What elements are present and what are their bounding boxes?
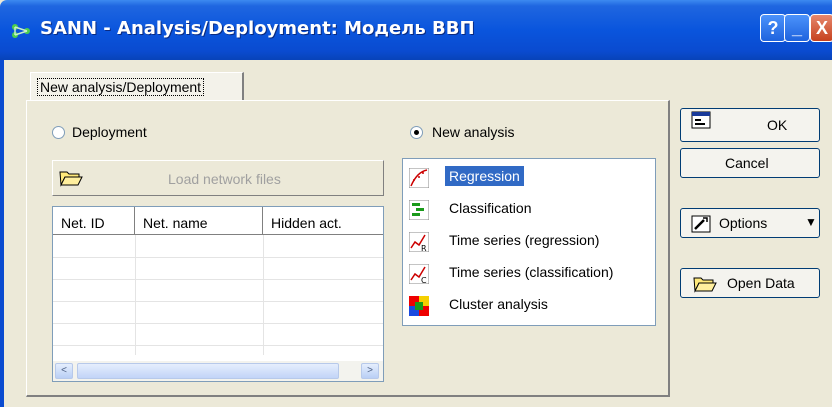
sann-app-icon	[12, 24, 30, 38]
open-data-button[interactable]: Open Data	[680, 268, 820, 298]
scroll-left-button[interactable]: <	[55, 363, 73, 379]
close-button[interactable]: X	[810, 14, 832, 42]
new-analysis-radio-label[interactable]: New analysis	[432, 124, 514, 140]
list-item-time-series-classification[interactable]: C Time series (classification)	[405, 259, 653, 287]
window-title: SANN - Analysis/Deployment: Модель ВВП	[40, 18, 475, 39]
folder-open-icon	[693, 277, 717, 293]
new-analysis-radio[interactable]	[410, 126, 423, 139]
tab-new-analysis-deployment[interactable]: New analysis/Deployment	[30, 72, 244, 100]
analysis-type-list[interactable]: Regression Classification R Time series …	[402, 158, 656, 326]
scroll-right-button[interactable]: >	[361, 363, 379, 379]
help-button[interactable]: ?	[760, 14, 786, 42]
table-row-divider	[53, 257, 383, 258]
options-button[interactable]: Options ▼	[680, 208, 820, 238]
list-item-time-series-regression[interactable]: R Time series (regression)	[405, 227, 653, 255]
cancel-button[interactable]: Cancel	[680, 148, 820, 178]
table-row-divider	[53, 279, 383, 280]
list-item-regression[interactable]: Regression	[405, 163, 653, 191]
table-row-divider	[53, 345, 383, 346]
list-item-label: Time series (regression)	[449, 232, 600, 248]
sann-dialog: SANN - Analysis/Deployment: Модель ВВП ?…	[0, 0, 832, 407]
timeseries-classification-icon: C	[409, 264, 429, 284]
network-table[interactable]: Net. ID Net. name Hidden act. < >	[52, 206, 384, 382]
options-wand-icon	[691, 215, 711, 233]
dialog-window-icon	[691, 111, 711, 129]
folder-open-icon	[59, 171, 83, 187]
regression-icon	[409, 168, 429, 188]
deployment-radio[interactable]	[52, 126, 65, 139]
scrollbar-thumb[interactable]	[77, 363, 339, 379]
list-item-cluster-analysis[interactable]: Cluster analysis	[405, 291, 653, 319]
list-item-label: Regression	[445, 166, 524, 186]
minimize-button[interactable]: _	[784, 14, 810, 42]
timeseries-regression-icon: R	[409, 232, 429, 252]
load-network-files-label: Load network files	[168, 171, 281, 187]
list-item-label: Cluster analysis	[449, 296, 548, 312]
title-bar[interactable]: SANN - Analysis/Deployment: Модель ВВП ?…	[0, 0, 832, 60]
tab-label: New analysis/Deployment	[37, 78, 205, 96]
list-item-label: Classification	[449, 200, 532, 216]
cancel-button-label: Cancel	[725, 155, 769, 171]
column-header-net-name[interactable]: Net. name	[135, 207, 263, 235]
list-item-classification[interactable]: Classification	[405, 195, 653, 223]
column-header-hidden-act[interactable]: Hidden act.	[263, 207, 383, 235]
options-button-label: Options	[719, 215, 768, 231]
chevron-down-icon: ▼	[805, 215, 817, 229]
svg-text:C: C	[421, 276, 427, 284]
ok-button-label: OK	[767, 117, 788, 133]
table-header: Net. ID Net. name Hidden act.	[53, 207, 383, 235]
cluster-analysis-icon	[409, 296, 429, 316]
load-network-files-button[interactable]: Load network files	[52, 160, 384, 196]
svg-text:R: R	[421, 244, 427, 252]
classification-icon	[409, 200, 429, 220]
open-data-button-label: Open Data	[727, 275, 795, 291]
column-header-net-id[interactable]: Net. ID	[53, 207, 135, 235]
table-row-divider	[53, 323, 383, 324]
deployment-radio-label[interactable]: Deployment	[72, 124, 147, 140]
table-row-divider	[53, 301, 383, 302]
table-col-divider	[263, 235, 264, 355]
horizontal-scrollbar[interactable]: < >	[53, 361, 383, 381]
table-col-divider	[135, 235, 136, 355]
list-item-label: Time series (classification)	[449, 264, 614, 280]
window-left-border	[0, 60, 4, 407]
ok-button[interactable]: OK	[680, 108, 820, 142]
